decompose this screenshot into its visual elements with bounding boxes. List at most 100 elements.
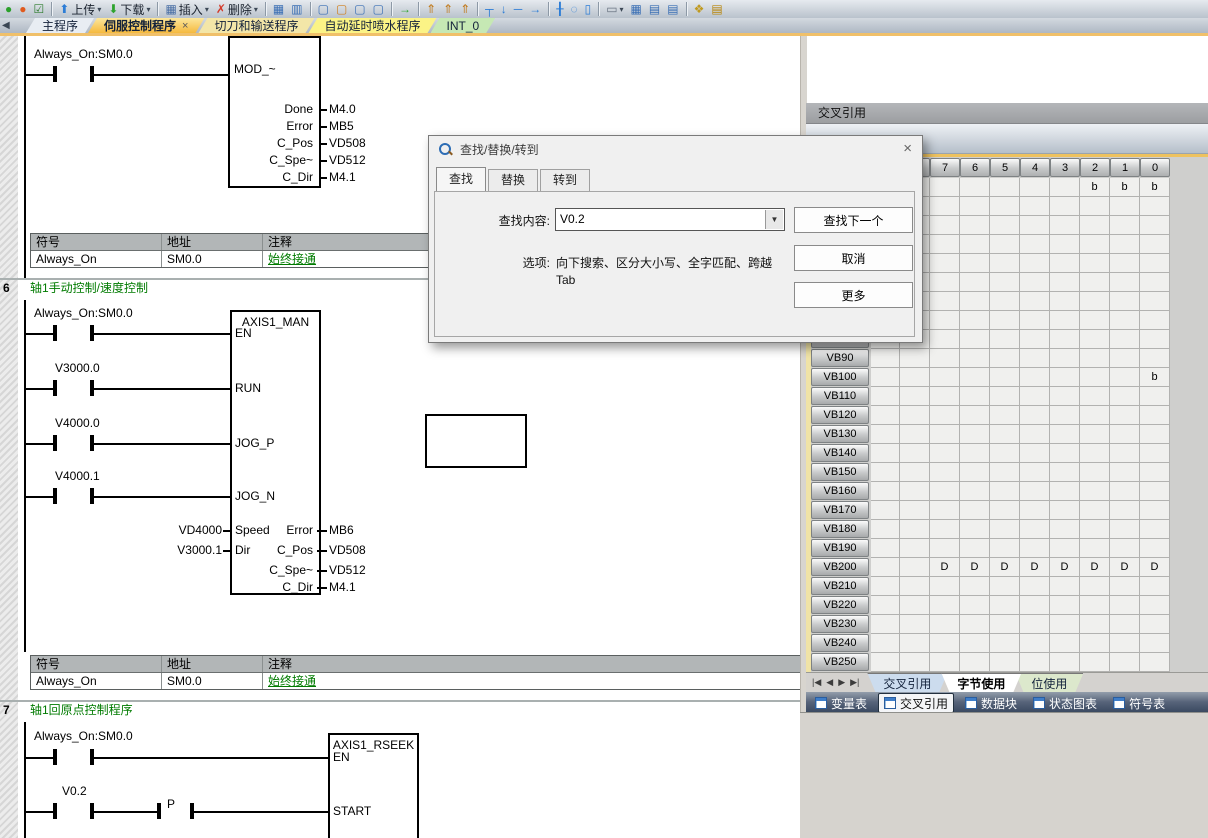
byte-cell[interactable] xyxy=(1110,520,1140,539)
byte-cell[interactable] xyxy=(1050,273,1080,292)
byte-cell[interactable] xyxy=(1080,463,1110,482)
stop-button[interactable]: ● xyxy=(17,1,28,17)
byte-cell[interactable] xyxy=(930,235,960,254)
dialog-titlebar[interactable]: 查找/替换/转到 × xyxy=(429,136,922,163)
byte-cell[interactable] xyxy=(960,330,990,349)
byte-cell[interactable]: b xyxy=(1140,178,1170,197)
wire-arrow-down-button[interactable]: ↓ xyxy=(499,1,509,17)
program-tab-2[interactable]: 伺服控制程序× xyxy=(88,18,204,33)
byte-cell[interactable] xyxy=(1110,463,1140,482)
delete-button[interactable]: ✗删除▾ xyxy=(214,1,260,17)
byte-cell[interactable]: D xyxy=(1110,558,1140,577)
sheet-tab-1[interactable]: 交叉引用 xyxy=(867,673,947,692)
byte-cell[interactable] xyxy=(1080,311,1110,330)
byte-cell[interactable] xyxy=(1080,577,1110,596)
nav-prev-icon[interactable]: ◀ xyxy=(826,677,833,688)
dropdown-caret-icon[interactable]: ▾ xyxy=(254,5,258,14)
bit-header-3[interactable]: 3 xyxy=(1050,158,1080,177)
byte-cell[interactable] xyxy=(1020,444,1050,463)
dropdown-caret-icon[interactable]: ▾ xyxy=(205,5,209,14)
byte-cell[interactable] xyxy=(1110,501,1140,520)
byte-cell[interactable] xyxy=(1140,615,1170,634)
byte-row-label[interactable]: VB160 xyxy=(811,482,869,500)
compile-button[interactable]: ☑ xyxy=(32,1,47,17)
byte-cell[interactable] xyxy=(1020,349,1050,368)
byte-cell[interactable] xyxy=(1110,406,1140,425)
byte-row-label[interactable]: VB130 xyxy=(811,425,869,443)
byte-cell[interactable] xyxy=(1140,596,1170,615)
byte-cell[interactable] xyxy=(990,520,1020,539)
byte-cell[interactable] xyxy=(990,463,1020,482)
byte-cell[interactable] xyxy=(990,539,1020,558)
network-title[interactable]: 轴1回原点控制程序 xyxy=(30,703,133,717)
table-button[interactable]: ▦ xyxy=(629,1,644,17)
byte-cell[interactable] xyxy=(930,577,960,596)
program-tab-4[interactable]: 自动延时喷水程序 xyxy=(308,18,436,33)
network-title[interactable]: 轴1手动控制/速度控制 xyxy=(30,281,148,295)
byte-cell[interactable] xyxy=(960,425,990,444)
byte-cell[interactable] xyxy=(871,406,900,425)
program-tab-5[interactable]: INT_0 xyxy=(431,18,496,33)
byte-cell[interactable] xyxy=(960,216,990,235)
view-button-3[interactable]: 数据块 xyxy=(960,694,1022,712)
byte-cell[interactable] xyxy=(1020,387,1050,406)
byte-cell[interactable] xyxy=(871,653,900,672)
byte-cell[interactable] xyxy=(1110,577,1140,596)
edge-contact-bar[interactable] xyxy=(157,803,161,819)
bit-header-2[interactable]: 2 xyxy=(1080,158,1110,177)
byte-cell[interactable] xyxy=(930,311,960,330)
byte-cell[interactable] xyxy=(1050,235,1080,254)
byte-cell[interactable] xyxy=(1140,235,1170,254)
byte-cell[interactable] xyxy=(1050,197,1080,216)
byte-cell[interactable] xyxy=(990,444,1020,463)
byte-cell[interactable] xyxy=(1110,425,1140,444)
byte-cell[interactable] xyxy=(1020,311,1050,330)
contact-bar[interactable] xyxy=(53,488,57,504)
byte-cell[interactable] xyxy=(1140,539,1170,558)
byte-cell[interactable] xyxy=(1020,197,1050,216)
byte-cell[interactable] xyxy=(1080,349,1110,368)
wire-down-button[interactable]: ┬ xyxy=(483,1,496,17)
byte-cell[interactable] xyxy=(1110,615,1140,634)
byte-cell[interactable]: D xyxy=(990,558,1020,577)
byte-cell[interactable] xyxy=(1050,520,1080,539)
byte-cell[interactable] xyxy=(1050,425,1080,444)
byte-cell[interactable] xyxy=(960,387,990,406)
byte-cell[interactable] xyxy=(1020,216,1050,235)
bit-header-6[interactable]: 6 xyxy=(960,158,990,177)
byte-row-label[interactable]: VB190 xyxy=(811,539,869,557)
byte-cell[interactable] xyxy=(960,577,990,596)
byte-cell[interactable] xyxy=(1080,539,1110,558)
byte-cell[interactable] xyxy=(900,653,930,672)
byte-cell[interactable] xyxy=(871,501,900,520)
operand[interactable]: M4.1 xyxy=(329,580,356,594)
byte-cell[interactable] xyxy=(960,273,990,292)
contact-bar[interactable] xyxy=(53,435,57,451)
byte-cell[interactable]: D xyxy=(1050,558,1080,577)
byte-cell[interactable] xyxy=(1140,292,1170,311)
byte-cell[interactable] xyxy=(930,501,960,520)
byte-cell[interactable] xyxy=(990,482,1020,501)
tab-close-icon[interactable]: × xyxy=(182,20,188,32)
byte-cell[interactable] xyxy=(1110,311,1140,330)
bookmark3-button[interactable]: ⇑ xyxy=(458,1,472,17)
byte-cell[interactable] xyxy=(900,539,930,558)
byte-row-label[interactable]: VB110 xyxy=(811,387,869,405)
byte-cell[interactable] xyxy=(900,615,930,634)
byte-row-label[interactable]: VB150 xyxy=(811,463,869,481)
byte-cell[interactable] xyxy=(990,235,1020,254)
byte-cell[interactable] xyxy=(990,311,1020,330)
byte-cell[interactable] xyxy=(1020,482,1050,501)
byte-cell[interactable]: b xyxy=(1140,368,1170,387)
byte-cell[interactable] xyxy=(960,311,990,330)
dropdown-caret-icon[interactable]: ▾ xyxy=(146,5,150,14)
byte-cell[interactable] xyxy=(990,577,1020,596)
byte-cell[interactable] xyxy=(1080,444,1110,463)
byte-cell[interactable] xyxy=(960,653,990,672)
byte-cell[interactable] xyxy=(900,387,930,406)
byte-cell[interactable] xyxy=(1020,634,1050,653)
sheet-tab-3[interactable]: 位使用 xyxy=(1015,673,1083,692)
go-arrow-button[interactable]: → xyxy=(397,1,413,17)
view-button-2[interactable]: 交叉引用 xyxy=(878,693,954,712)
byte-row-label[interactable]: VB240 xyxy=(811,634,869,652)
